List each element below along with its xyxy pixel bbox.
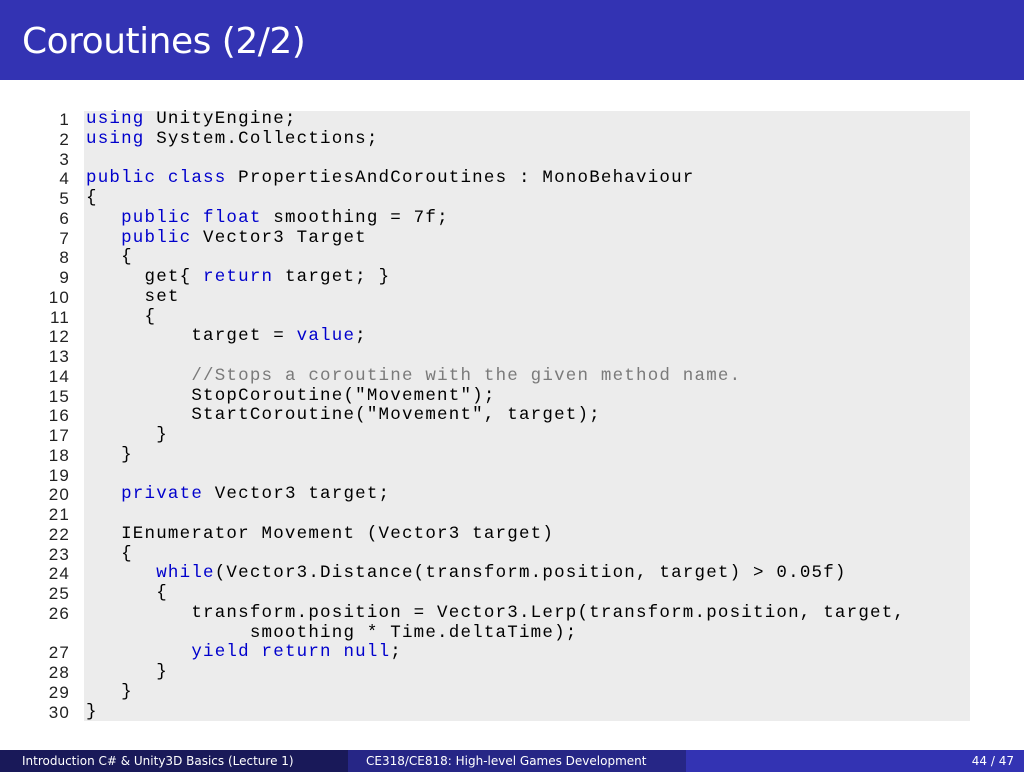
line-number: 8 bbox=[59, 248, 70, 268]
line-number: 21 bbox=[48, 505, 70, 524]
code-line: 13 bbox=[0, 347, 1000, 367]
code-text: } bbox=[86, 662, 168, 682]
line-number: 5 bbox=[59, 189, 70, 208]
code-line: 27 yield return null; bbox=[0, 642, 1000, 663]
footer-left: Introduction C# & Unity3D Basics (Lectur… bbox=[0, 750, 348, 772]
code-line: 16 StartCoroutine("Movement", target); bbox=[0, 405, 1000, 426]
code-text: using UnityEngine; bbox=[86, 109, 297, 129]
line-number: 24 bbox=[48, 564, 70, 584]
code-line: 12 target = value; bbox=[0, 326, 1000, 347]
line-number: 4 bbox=[59, 169, 70, 189]
footer-center: CE318/CE818: High-level Games Developmen… bbox=[348, 750, 686, 772]
code-text: //Stops a coroutine with the given metho… bbox=[191, 365, 742, 386]
code-text: { bbox=[86, 583, 168, 603]
code-text: { bbox=[86, 306, 157, 327]
code-text: { bbox=[86, 543, 133, 564]
code-line: 9 get{ return target; } bbox=[0, 267, 1000, 288]
code-line: 8 { bbox=[0, 247, 1000, 268]
code-text: public Vector3 Target bbox=[121, 227, 367, 248]
line-number: 30 bbox=[48, 702, 70, 722]
code-line: 21 bbox=[0, 505, 1000, 525]
line-number: 11 bbox=[49, 307, 70, 327]
code-text: } bbox=[86, 425, 168, 445]
code-line: 6 public float smoothing = 7f; bbox=[0, 207, 1000, 229]
footer-right: 44 / 47 bbox=[686, 750, 1024, 772]
code-line: 23 { bbox=[0, 543, 1000, 565]
code-line: 18 } bbox=[0, 444, 1000, 466]
code-line: 2 using System.Collections; bbox=[0, 128, 1000, 150]
code-text: public float smoothing = 7f; bbox=[121, 207, 449, 228]
code-text: public class PropertiesAndCoroutines : M… bbox=[86, 168, 695, 189]
code-text: } bbox=[86, 681, 133, 702]
code-text: { bbox=[86, 247, 133, 268]
code-text: set bbox=[86, 286, 180, 307]
line-number: 28 bbox=[48, 663, 70, 682]
code-line: 3 bbox=[0, 150, 1000, 170]
line-number: 6 bbox=[59, 208, 70, 228]
line-number: 22 bbox=[48, 524, 70, 544]
code-line: 14 //Stops a coroutine with the given me… bbox=[0, 365, 1000, 387]
title-bar: Coroutines (2/2) bbox=[0, 0, 1024, 80]
line-number: 26 bbox=[48, 603, 70, 623]
line-number: 15 bbox=[48, 386, 70, 406]
slide-title: Coroutines (2/2) bbox=[22, 21, 306, 62]
code-line: 11 { bbox=[0, 306, 1000, 328]
code-text: StopCoroutine("Movement"); bbox=[86, 385, 496, 406]
line-number: 29 bbox=[48, 682, 70, 702]
line-number: 9 bbox=[59, 268, 70, 287]
code-line: 5{ bbox=[0, 188, 1000, 209]
code-text: } bbox=[86, 701, 98, 722]
code-text: StartCoroutine("Movement", target); bbox=[86, 405, 601, 426]
code-line: 22 IEnumerator Movement (Vector3 target) bbox=[0, 523, 1000, 545]
line-number: 18 bbox=[48, 445, 70, 465]
code-text: while(Vector3.Distance(transform.positio… bbox=[156, 563, 847, 584]
code-text: private Vector3 target; bbox=[121, 484, 391, 505]
code-line: 4 public class PropertiesAndCoroutines : … bbox=[0, 168, 1000, 189]
line-number: 13 bbox=[48, 347, 70, 366]
code-line: 15 StopCoroutine("Movement"); bbox=[0, 385, 1000, 407]
line-number: 20 bbox=[48, 485, 70, 505]
code-line: 29 } bbox=[0, 681, 1000, 703]
code-text: using System.Collections; bbox=[86, 128, 379, 149]
code-line: 20 private Vector3 target; bbox=[0, 484, 1000, 505]
line-number: 1 bbox=[59, 110, 70, 129]
code-line: 26 transform.position = Vector3.Lerp(tra… bbox=[0, 602, 1000, 644]
footer-lecture-title: Introduction C# & Unity3D Basics (Lectur… bbox=[22, 754, 294, 768]
line-number: 27 bbox=[48, 643, 70, 663]
code-text: transform.position = Vector3.Lerp(transf… bbox=[191, 602, 906, 643]
code-line: 10 set bbox=[0, 286, 1000, 308]
line-number: 3 bbox=[59, 149, 70, 169]
code-line: 28 } bbox=[0, 662, 1000, 683]
line-number: 14 bbox=[48, 366, 70, 386]
code-listing: 1 using UnityEngine; 2 using System.Collect… bbox=[0, 109, 1000, 723]
code-text: get{ return target; } bbox=[86, 267, 391, 287]
code-line: 25 { bbox=[0, 583, 1000, 604]
code-line: 19 bbox=[0, 466, 1000, 486]
line-number: 10 bbox=[48, 287, 70, 307]
code-text: { bbox=[86, 188, 98, 208]
code-text: } bbox=[86, 444, 133, 465]
line-number: 17 bbox=[48, 426, 70, 445]
line-number: 16 bbox=[48, 406, 70, 426]
line-number: 25 bbox=[48, 584, 70, 603]
line-number: 2 bbox=[59, 129, 70, 149]
line-number: 7 bbox=[59, 228, 70, 248]
code-line: 1 using UnityEngine; bbox=[0, 109, 1000, 130]
code-text: target = value; bbox=[86, 326, 367, 347]
code-line: 30} bbox=[0, 701, 1000, 723]
line-number: 23 bbox=[48, 544, 70, 564]
code-line: 24 while(Vector3.Distance(transform.posi… bbox=[0, 563, 1000, 584]
footer: Introduction C# & Unity3D Basics (Lectur… bbox=[0, 750, 1024, 772]
code-line: 17 } bbox=[0, 425, 1000, 446]
code-text: IEnumerator Movement (Vector3 target) bbox=[86, 523, 555, 544]
line-number: 19 bbox=[48, 465, 70, 485]
code-text: yield return null; bbox=[191, 642, 402, 663]
code-line: 7 public Vector3 Target bbox=[0, 227, 1000, 249]
line-number: 12 bbox=[48, 327, 70, 347]
page-number: 44 / 47 bbox=[971, 754, 1014, 768]
footer-course-title: CE318/CE818: High-level Games Developmen… bbox=[366, 754, 647, 768]
